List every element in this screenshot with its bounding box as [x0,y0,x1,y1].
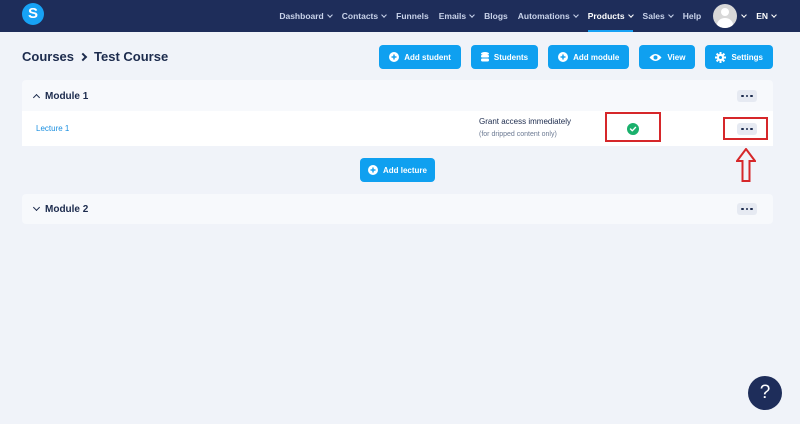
module-options-button[interactable] [737,90,757,102]
nav-emails[interactable]: Emails [439,0,475,32]
nav-dashboard[interactable]: Dashboard [279,0,333,32]
settings-button[interactable]: Settings [705,45,773,69]
nav-sales[interactable]: Sales [643,0,674,32]
chevron-down-icon [326,11,333,18]
top-nav: S Dashboard Contacts Funnels Emails Blog… [0,0,800,32]
nav-automations[interactable]: Automations [518,0,579,32]
add-lecture-button[interactable]: Add lecture [360,158,435,182]
chevron-down-icon [572,11,579,18]
module-title: Module 1 [45,90,89,102]
nav-funnels[interactable]: Funnels [396,0,429,32]
grant-access-label: Grant access immediately [479,117,572,126]
help-button[interactable]: ? [748,376,782,410]
plus-circle-icon [367,165,378,175]
chevron-down-icon [381,11,387,18]
chevron-down-icon [771,11,777,18]
user-avatar[interactable] [713,4,738,28]
students-button[interactable]: Students [470,45,539,69]
more-dots-icon [741,94,744,98]
add-module-button[interactable]: Add module [548,45,630,69]
module-title: Module 2 [45,203,89,215]
eye-icon [649,53,662,62]
question-icon: ? [759,382,771,403]
language-selector[interactable]: EN [756,11,777,21]
breadcrumb: Courses Test Course [22,49,168,64]
header-actions: Add student Students Add module View Set… [369,45,773,69]
add-student-button[interactable]: Add student [379,45,461,69]
chevron-down-icon [627,11,634,18]
app-logo[interactable]: S [22,3,44,25]
plus-circle-icon [389,52,400,62]
highlight-box-options [723,117,768,140]
more-dots-icon [741,207,744,211]
grant-access-sublabel: (for dripped content only) [479,131,557,138]
gear-icon [715,51,727,63]
highlight-box-toggle [605,112,661,142]
chevron-down-icon [667,11,674,18]
chevron-down-icon[interactable] [32,203,41,212]
plus-circle-icon [558,52,569,62]
module-header[interactable]: Module 2 [22,194,773,224]
module-card: Module 2 [22,194,773,224]
database-icon [480,52,489,62]
chevron-right-icon [78,52,88,61]
nav-blogs[interactable]: Blogs [484,0,508,32]
view-button[interactable]: View [639,45,696,69]
module-options-button[interactable] [737,203,757,215]
arrow-up-icon [736,148,756,182]
page-title: Test Course [94,49,169,64]
breadcrumb-courses[interactable]: Courses [22,49,74,64]
main-menu: Dashboard Contacts Funnels Emails Blogs … [279,0,800,32]
chevron-down-icon[interactable] [741,11,748,18]
nav-contacts[interactable]: Contacts [342,0,387,32]
nav-help[interactable]: Help [683,0,701,32]
chevron-up-icon[interactable] [32,93,41,102]
nav-products[interactable]: Products [587,0,634,32]
lecture-title-link[interactable]: Lecture 1 [36,124,69,133]
chevron-down-icon [469,11,475,18]
module-header[interactable]: Module 1 [22,80,773,112]
